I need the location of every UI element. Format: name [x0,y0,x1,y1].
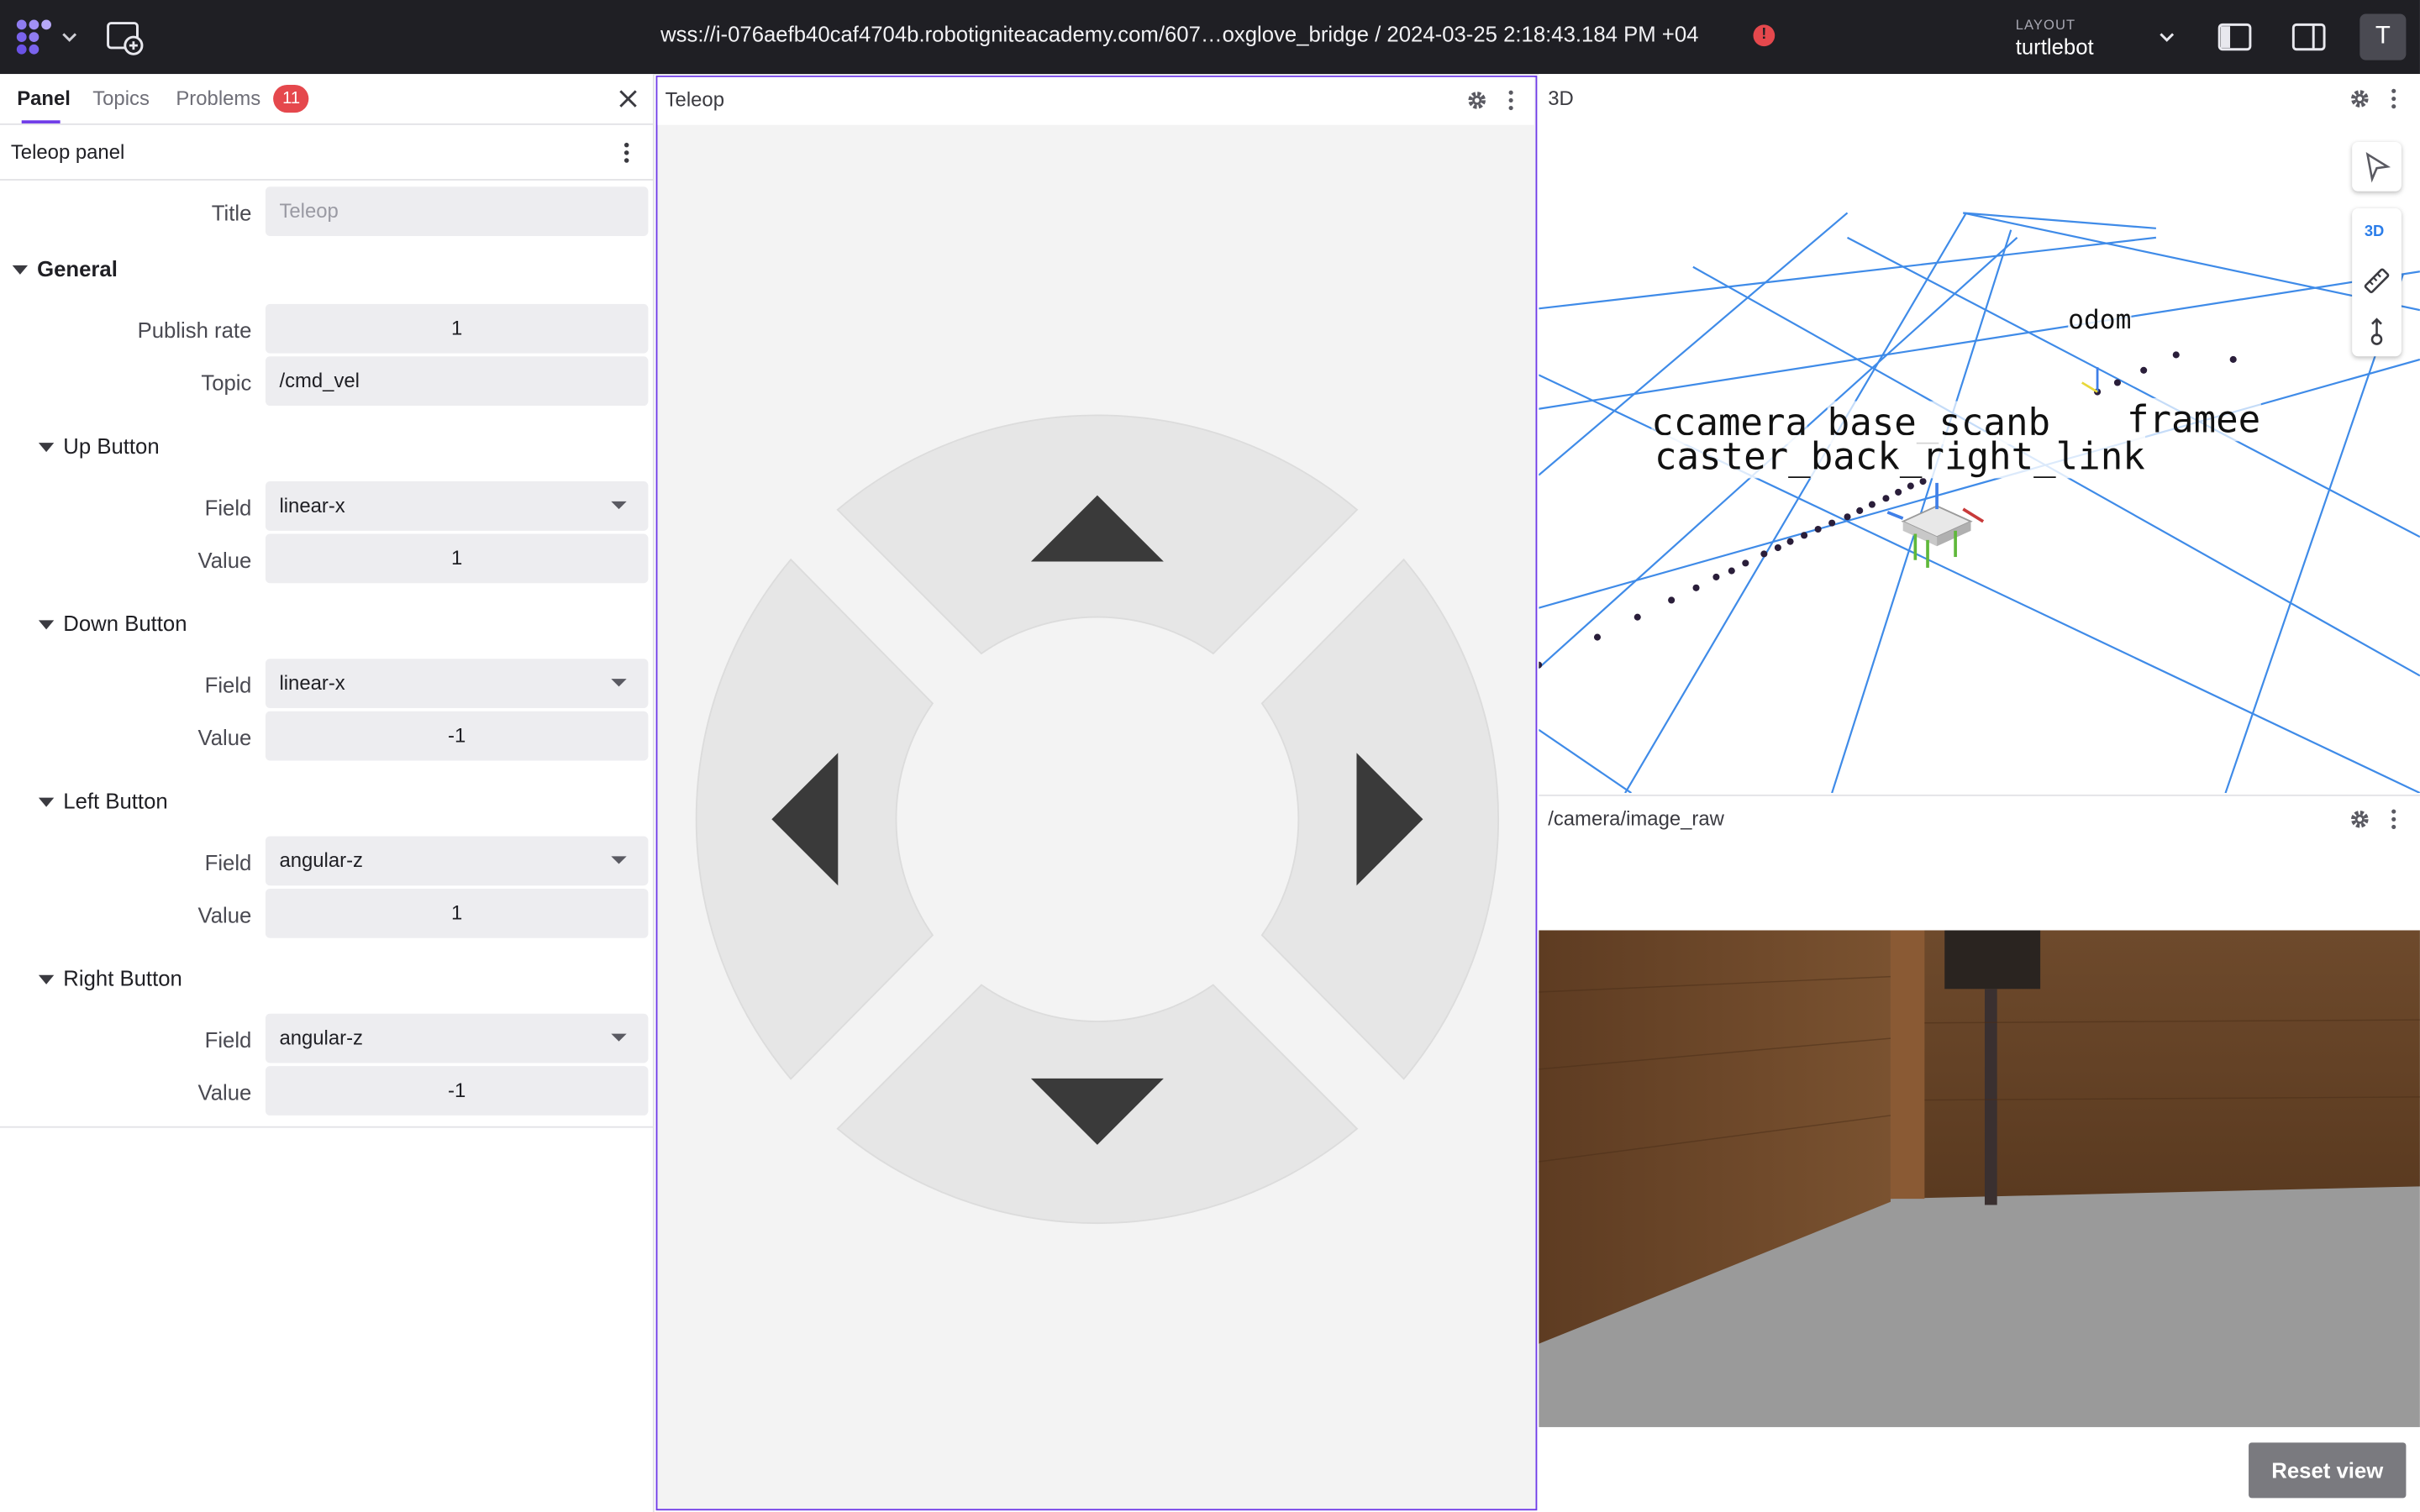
active-tab-indicator [21,120,60,123]
up-value-input[interactable]: 1 [265,533,649,584]
left-button-collapse-icon[interactable] [38,797,55,807]
down-field-label: Field [204,672,252,698]
right-field-label: Field [204,1027,252,1053]
right-value-label: Value [197,1079,252,1105]
publish-pose-icon[interactable] [2365,317,2389,348]
up-field-value: linear-x [279,493,345,517]
3d-settings-gear-icon[interactable] [2349,88,2370,110]
left-button-section-title[interactable]: Left Button [63,789,167,813]
app-root: wss://i-076aefb40caf4704b.robotigniteaca… [0,0,2420,1512]
left-value-input[interactable]: 1 [265,888,649,938]
teleop-dpad [695,414,1499,1225]
left-field-value: angular-z [279,848,363,872]
left-field-label: Field [204,850,252,875]
up-field-label: Field [204,495,252,520]
tab-problems[interactable]: Problems [176,87,260,110]
image-settings-gear-icon[interactable] [2349,808,2370,830]
toggle-left-sidebar-icon[interactable] [2217,20,2254,54]
layout-selector[interactable]: turtlebot [2016,34,2094,58]
user-avatar[interactable]: T [2360,13,2407,60]
settings-divider [0,1126,655,1128]
layout-label: LAYOUT [2015,17,2076,33]
publish-rate-label: Publish rate [137,318,252,343]
3d-panel-title[interactable]: 3D [1548,87,1574,110]
panel-settings-header: Teleop panel [0,125,655,181]
up-button-section-title[interactable]: Up Button [63,433,159,458]
up-value-label: Value [197,548,252,573]
frame-label: framee [2126,397,2261,442]
reset-view-button[interactable]: Reset view [2249,1442,2407,1499]
measure-ruler-icon[interactable] [2363,267,2391,295]
tab-topics[interactable]: Topics [92,87,150,110]
up-button-collapse-icon[interactable] [38,443,55,453]
down-field-value: linear-x [279,670,345,695]
left-value-label: Value [197,902,252,927]
caster-frame-label: caster_back_right_link [1654,434,2145,479]
layout-chevron-down-icon[interactable] [2156,28,2178,46]
tab-panel[interactable]: Panel [17,87,71,110]
down-field-caret-icon [611,679,627,687]
down-button-collapse-icon[interactable] [38,620,55,630]
odom-frame-label: odom [2068,305,2132,337]
app-menu-chevron-down-icon[interactable] [60,26,79,48]
down-field-select[interactable]: linear-x [265,659,649,709]
down-button-section-title[interactable]: Down Button [63,611,187,635]
connection-error-icon[interactable]: ! [1753,24,1776,47]
3d-panel: odom ccamera base_scanb framee caster_ba… [1539,74,2420,794]
sidebar-tabs: Panel Topics Problems 11 [0,74,655,125]
right-button-collapse-icon[interactable] [38,974,55,984]
topic-label: Topic [201,370,252,396]
down-value-label: Value [197,725,252,750]
panel-settings-title: Teleop panel [10,140,125,164]
general-section-title[interactable]: General [37,256,118,281]
3d-panel-header: 3D [1539,74,2420,123]
camera-image [1539,930,2420,1427]
general-collapse-icon[interactable] [12,265,29,275]
3d-menu-icon[interactable] [2391,88,2396,110]
3d-toolbar: 3D [2352,207,2402,357]
image-menu-icon[interactable] [2391,808,2396,830]
up-field-select[interactable]: linear-x [265,481,649,531]
up-field-caret-icon [611,501,627,510]
left-field-caret-icon [611,856,627,864]
toggle-right-sidebar-icon[interactable] [2291,20,2328,54]
camera-image-panel: /camera/image_raw Reset view [1539,794,2420,1512]
right-field-value: angular-z [279,1026,363,1049]
top-bar: wss://i-076aefb40caf4704b.robotigniteaca… [0,0,2420,75]
right-button-section-title[interactable]: Right Button [63,966,182,990]
image-topic-title[interactable]: /camera/image_raw [1548,807,1724,831]
right-field-select[interactable]: angular-z [265,1013,649,1063]
right-field-caret-icon [611,1033,627,1042]
foxglove-logo-icon[interactable] [13,17,55,57]
add-panel-icon[interactable] [105,18,145,59]
panel-settings-sidebar: Panel Topics Problems 11 Teleop panel Ti… [0,74,655,1512]
panel-settings-menu-icon[interactable] [623,142,629,164]
publish-rate-input[interactable]: 1 [265,303,649,354]
title-input[interactable]: Teleop [265,186,649,237]
title-label: Title [211,200,252,226]
connection-source-text[interactable]: wss://i-076aefb40caf4704b.robotigniteaca… [660,22,1698,46]
select-tool-button[interactable] [2352,141,2402,192]
cursor-arrow-icon [2365,152,2391,183]
down-value-input[interactable]: -1 [265,711,649,761]
3d-mode-toggle[interactable]: 3D [2365,223,2385,240]
close-sidebar-icon[interactable] [618,88,639,110]
topic-input[interactable]: /cmd_vel [265,356,649,407]
right-value-input[interactable]: -1 [265,1066,649,1116]
problems-count-badge: 11 [273,85,310,113]
left-field-select[interactable]: angular-z [265,836,649,886]
teleop-panel: Teleop [655,75,1538,1511]
